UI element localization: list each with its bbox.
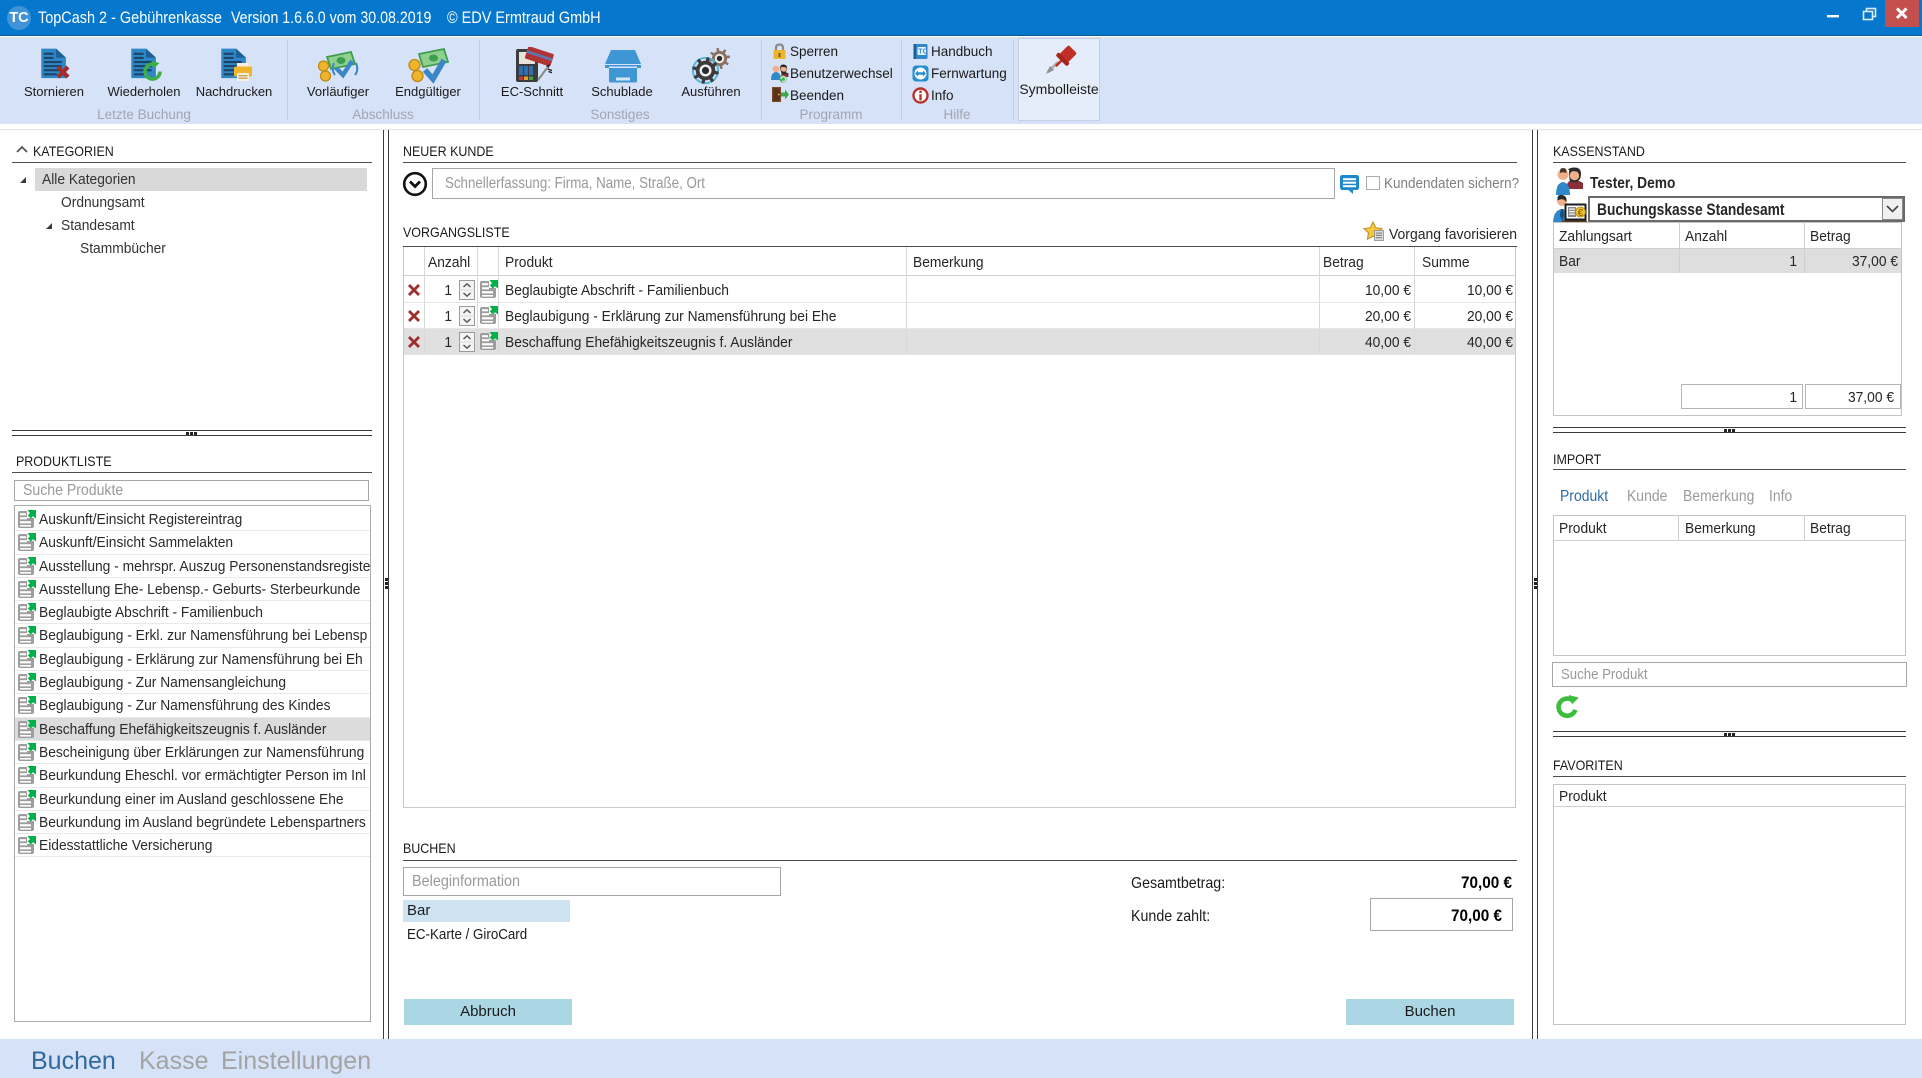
- svg-text:€: €: [1578, 208, 1584, 219]
- svg-text:TC: TC: [918, 49, 927, 56]
